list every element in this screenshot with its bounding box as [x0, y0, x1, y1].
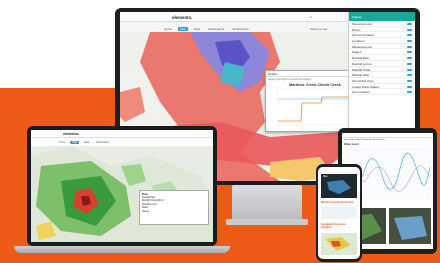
tab-map[interactable]: Map	[70, 141, 80, 144]
phone-status-bar	[318, 167, 360, 173]
phone-map-label: Map	[323, 175, 328, 178]
tab-data[interactable]: Data	[192, 27, 202, 31]
phone-screen: Map NOAA Forecast Extraction Inundation …	[318, 167, 360, 259]
layer-row[interactable]: Geo-Location	[349, 89, 415, 95]
tab-dashboards[interactable]: Dashboards	[206, 27, 226, 31]
phone-chart-preview	[321, 207, 357, 219]
app-logo: elements.	[172, 15, 193, 20]
phone-title-1: NOAA Forecast Extraction	[321, 201, 354, 204]
main-nav: Home Map Data Dashboards Notifications	[162, 27, 251, 31]
laptop: elements. Home Map Data Dashboards Rain	[27, 126, 217, 246]
laptop-logo: elements.	[63, 132, 80, 136]
laptop-header: elements.	[31, 130, 213, 138]
rain-card-line[interactable]: Stages	[142, 211, 206, 214]
tab-dashboards[interactable]: Dashboards	[94, 141, 111, 144]
tab-home[interactable]: Home	[162, 27, 174, 31]
phone-map-thumbnail-graphic	[325, 237, 351, 251]
tab-data[interactable]: Data	[82, 141, 91, 144]
rain-card: Rain Rainfall Rate Rainfall Totals(24hrs…	[139, 190, 209, 225]
tab-notifications[interactable]: Notifications	[230, 27, 250, 31]
user-icon[interactable]: ●	[310, 15, 312, 19]
laptop-screen: elements. Home Map Data Dashboards Rain	[31, 130, 213, 242]
phone-map-thumbnail[interactable]	[321, 233, 357, 255]
monitor-stand	[232, 185, 302, 221]
phone-title-2: Inundation Forecast Analysis	[321, 223, 346, 229]
laptop-nav: Home Map Data Dashboards	[57, 141, 111, 144]
smartphone: Map NOAA Forecast Extraction Inundation …	[316, 164, 362, 262]
tab-map[interactable]: Map	[178, 27, 188, 31]
layers-panel-title: Layers	[349, 12, 415, 21]
laptop-base	[14, 246, 230, 253]
monitor-stand-base	[226, 219, 308, 225]
tab-home[interactable]: Home	[57, 141, 67, 144]
user-menu[interactable]: Select a user	[310, 27, 328, 31]
phone-map-preview[interactable]: Map	[321, 174, 357, 198]
